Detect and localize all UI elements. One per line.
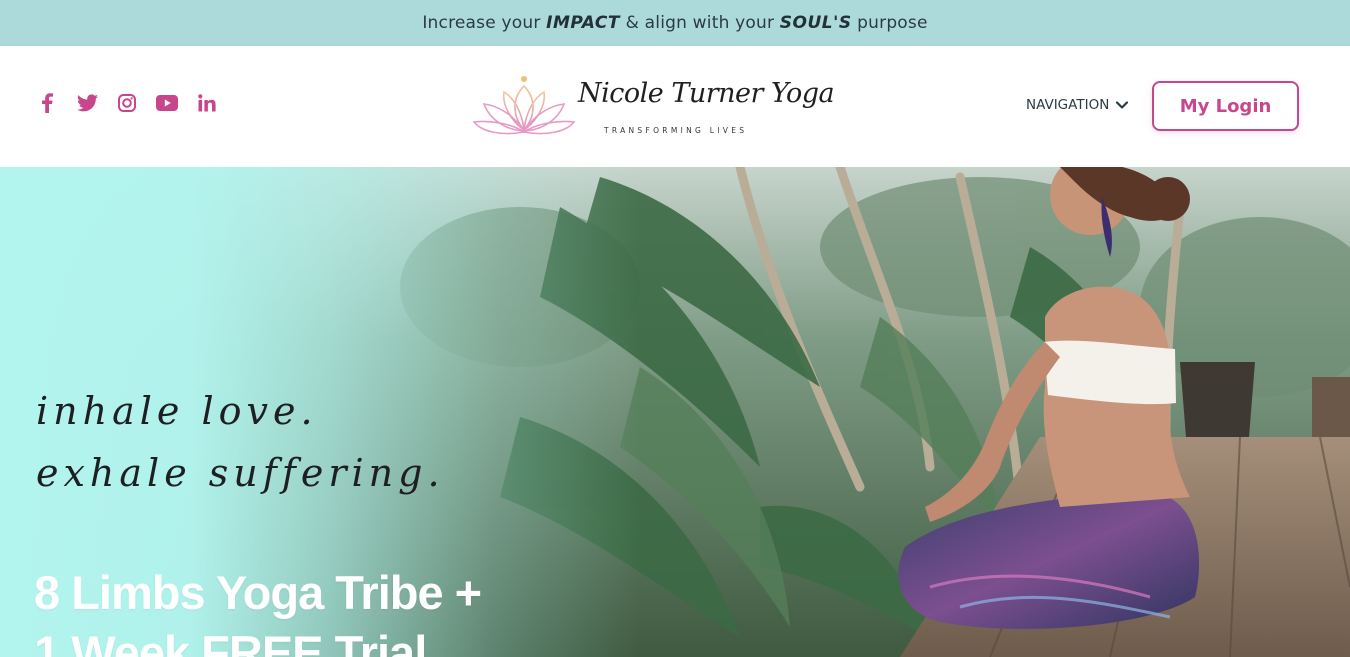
site-header: Nicole Turner Yoga TRANSFORMING LIVES NA…: [0, 46, 1350, 167]
login-button[interactable]: My Login: [1152, 81, 1299, 131]
announcement-prefix: Increase your: [422, 13, 547, 33]
hero-script-line-2: exhale suffering.: [36, 451, 445, 495]
twitter-icon[interactable]: [76, 92, 98, 114]
social-links: [36, 92, 218, 114]
navigation-dropdown[interactable]: NAVIGATION: [1026, 97, 1129, 113]
instagram-icon[interactable]: [116, 92, 138, 114]
facebook-icon[interactable]: [36, 92, 58, 114]
lotus-icon: [472, 76, 576, 135]
site-logo[interactable]: Nicole Turner Yoga TRANSFORMING LIVES: [472, 70, 835, 142]
hero-script-line-1: inhale love.: [36, 389, 318, 433]
announcement-bar: Increase your IMPACT & align with your S…: [0, 0, 1350, 46]
announcement-middle: & align with your: [619, 13, 780, 33]
logo-wordmark: Nicole Turner Yoga: [578, 78, 835, 109]
hero-headline: 8 Limbs Yoga Tribe + 1 Week FREE Trial: [34, 563, 482, 657]
logo-tagline: TRANSFORMING LIVES: [604, 126, 748, 135]
youtube-icon[interactable]: [156, 92, 178, 114]
navigation-label: NAVIGATION: [1026, 97, 1110, 113]
announcement-emphasis-soul: SOUL'S: [779, 13, 852, 33]
hero-headline-line-2: 1 Week FREE Trial: [34, 626, 427, 657]
chevron-down-icon: [1116, 101, 1129, 109]
hero-headline-line-1: 8 Limbs Yoga Tribe +: [34, 566, 482, 619]
announcement-emphasis-impact: IMPACT: [546, 13, 620, 33]
announcement-suffix: purpose: [851, 13, 928, 33]
linkedin-icon[interactable]: [196, 92, 218, 114]
hero-banner: inhale love. exhale suffering. 8 Limbs Y…: [0, 167, 1350, 657]
